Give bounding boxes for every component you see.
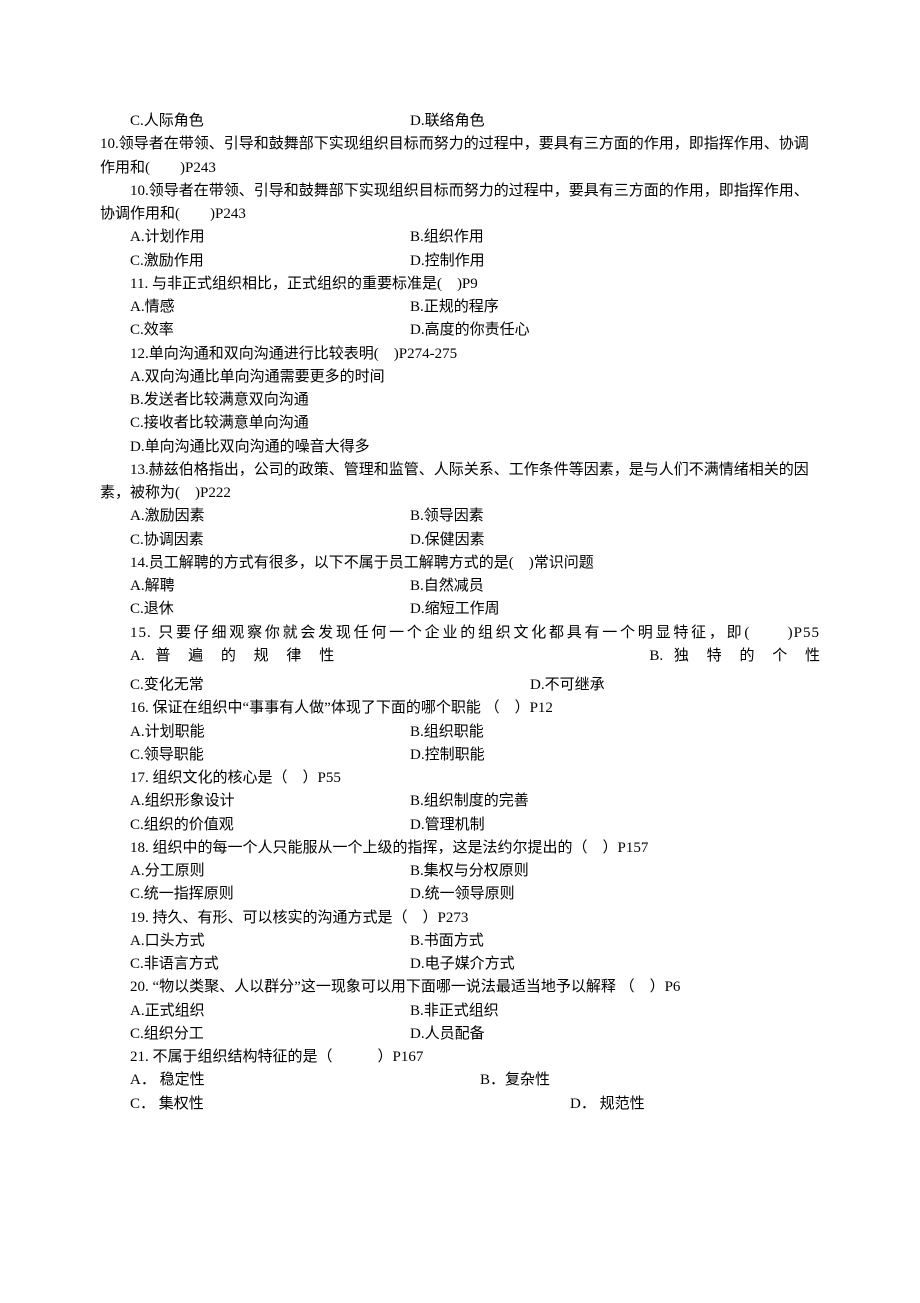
q12-option-c: C.接收者比较满意单向沟通 [100,412,820,435]
q21-option-c: C． 集权性 [100,1093,570,1116]
q17-option-a: A.组织形象设计 [100,790,410,813]
q18-stem: 18. 组织中的每一个人只能服从一个上级的指挥，这是法约尔提出的（ ）P157 [100,837,820,860]
q14-stem: 14.员工解聘的方式有很多，以下不属于员工解聘方式的是( )常识问题 [100,552,820,575]
q19-options-cd: C.非语言方式 D.电子媒介方式 [100,953,820,976]
q13-option-b: B.领导因素 [410,505,820,528]
q15-option-c: C.变化无常 [100,674,530,697]
q13-option-c: C.协调因素 [100,529,410,552]
q18-options-ab: A.分工原则 B.集权与分权原则 [100,860,820,883]
q20-options-cd: C.组织分工 D.人员配备 [100,1023,820,1046]
q14-options-ab: A.解聘 B.自然减员 [100,575,820,598]
q14-options-cd: C.退休 D.缩短工作周 [100,598,820,621]
q19-option-a: A.口头方式 [100,930,410,953]
q16-option-b: B.组织职能 [410,721,820,744]
q10-stem-line: 10.领导者在带领、引导和鼓舞部下实现组织目标而努力的过程中，要具有三方面的作用… [100,180,820,227]
q13-options-ab: A.激励因素 B.领导因素 [100,505,820,528]
q21-option-a: A． 稳定性 [100,1069,480,1092]
q21-option-d: D． 规范性 [570,1093,820,1116]
q13-options-cd: C.协调因素 D.保健因素 [100,529,820,552]
q20-option-b: B.非正式组织 [410,1000,820,1023]
q12-option-b: B.发送者比较满意双向沟通 [100,389,820,412]
q20-option-c: C.组织分工 [100,1023,410,1046]
q21-option-b: B．复杂性 [480,1069,820,1092]
q14-option-b: B.自然减员 [410,575,820,598]
q13-option-d: D.保健因素 [410,529,820,552]
q17-option-b: B.组织制度的完善 [410,790,820,813]
q10-options-ab: A.计划作用 B.组织作用 [100,226,820,249]
q18-option-c: C.统一指挥原则 [100,883,410,906]
q19-option-b: B.书面方式 [410,930,820,953]
q11-option-c: C.效率 [100,319,410,342]
q18-option-b: B.集权与分权原则 [410,860,820,883]
q16-options-cd: C.领导职能 D.控制职能 [100,744,820,767]
q11-options-cd: C.效率 D.高度的你责任心 [100,319,820,342]
q14-option-c: C.退休 [100,598,410,621]
q20-option-a: A.正式组织 [100,1000,410,1023]
q20-options-ab: A.正式组织 B.非正式组织 [100,1000,820,1023]
q11-options-ab: A.情感 B.正规的程序 [100,296,820,319]
q21-stem: 21. 不属于组织结构特征的是（ ）P167 [100,1046,820,1069]
q17-option-d: D.管理机制 [410,814,820,837]
q10-stem: 10.领导者在带领、引导和鼓舞部下实现组织目标而努力的过程中，要具有三方面的作用… [70,133,820,180]
q10-option-d: D.控制作用 [410,250,820,273]
q20-option-d: D.人员配备 [410,1023,820,1046]
q10-options-cd: C.激励作用 D.控制作用 [100,250,820,273]
q17-stem: 17. 组织文化的核心是（ ）P55 [100,767,820,790]
q16-option-a: A.计划职能 [100,721,410,744]
q9-options-cd: C.人际角色 D.联络角色 [100,110,820,133]
q18-option-d: D.统一领导原则 [410,883,820,906]
q18-options-cd: C.统一指挥原则 D.统一领导原则 [100,883,820,906]
q21-options-ab: A． 稳定性 B．复杂性 [100,1069,820,1092]
q9-option-c: C.人际角色 [100,110,410,133]
q21-options-cd: C． 集权性 D． 规范性 [100,1093,820,1116]
q10-option-c: C.激励作用 [100,250,410,273]
q16-option-c: C.领导职能 [100,744,410,767]
q11-stem: 11. 与非正式组织相比，正式组织的重要标准是( )P9 [100,273,820,296]
q19-options-ab: A.口头方式 B.书面方式 [100,930,820,953]
q19-stem: 19. 持久、有形、可以核实的沟通方式是（ ）P273 [100,907,820,930]
q16-option-d: D.控制职能 [410,744,820,767]
q14-option-d: D.缩短工作周 [410,598,820,621]
q15-option-ab: A. 普 遍 的 规 律 性 B. 独 特 的 个 性 [100,645,820,668]
q19-option-c: C.非语言方式 [100,953,410,976]
q16-options-ab: A.计划职能 B.组织职能 [100,721,820,744]
q13-option-a: A.激励因素 [100,505,410,528]
q12-option-d: D.单向沟通比双向沟通的噪音大得多 [100,436,820,459]
q12-option-a: A.双向沟通比单向沟通需要更多的时间 [100,366,820,389]
q19-option-d: D.电子媒介方式 [410,953,820,976]
q10-option-b: B.组织作用 [410,226,820,249]
q15-option-d: D.不可继承 [530,674,820,697]
q15-options-cd: C.变化无常 D.不可继承 [100,674,820,697]
q17-options-ab: A.组织形象设计 B.组织制度的完善 [100,790,820,813]
q17-option-c: C.组织的价值观 [100,814,410,837]
q18-option-a: A.分工原则 [100,860,410,883]
q11-option-a: A.情感 [100,296,410,319]
q11-option-b: B.正规的程序 [410,296,820,319]
q10-option-a: A.计划作用 [100,226,410,249]
q17-options-cd: C.组织的价值观 D.管理机制 [100,814,820,837]
q11-option-d: D.高度的你责任心 [410,319,820,342]
q9-option-d: D.联络角色 [410,110,820,133]
q20-stem: 20. “物以类聚、人以群分”这一现象可以用下面哪一说法最适当地予以解释 （ ）… [100,976,820,999]
q13-stem: 13.赫兹伯格指出，公司的政策、管理和监管、人际关系、工作条件等因素，是与人们不… [100,459,820,506]
q12-stem: 12.单向沟通和双向沟通进行比较表明( )P274-275 [100,343,820,366]
q14-option-a: A.解聘 [100,575,410,598]
q15-stem: 15. 只要仔细观察你就会发现任何一个企业的组织文化都具有一个明显特征，即( )… [100,622,820,645]
q16-stem: 16. 保证在组织中“事事有人做”体现了下面的哪个职能 （ ）P12 [100,697,820,720]
